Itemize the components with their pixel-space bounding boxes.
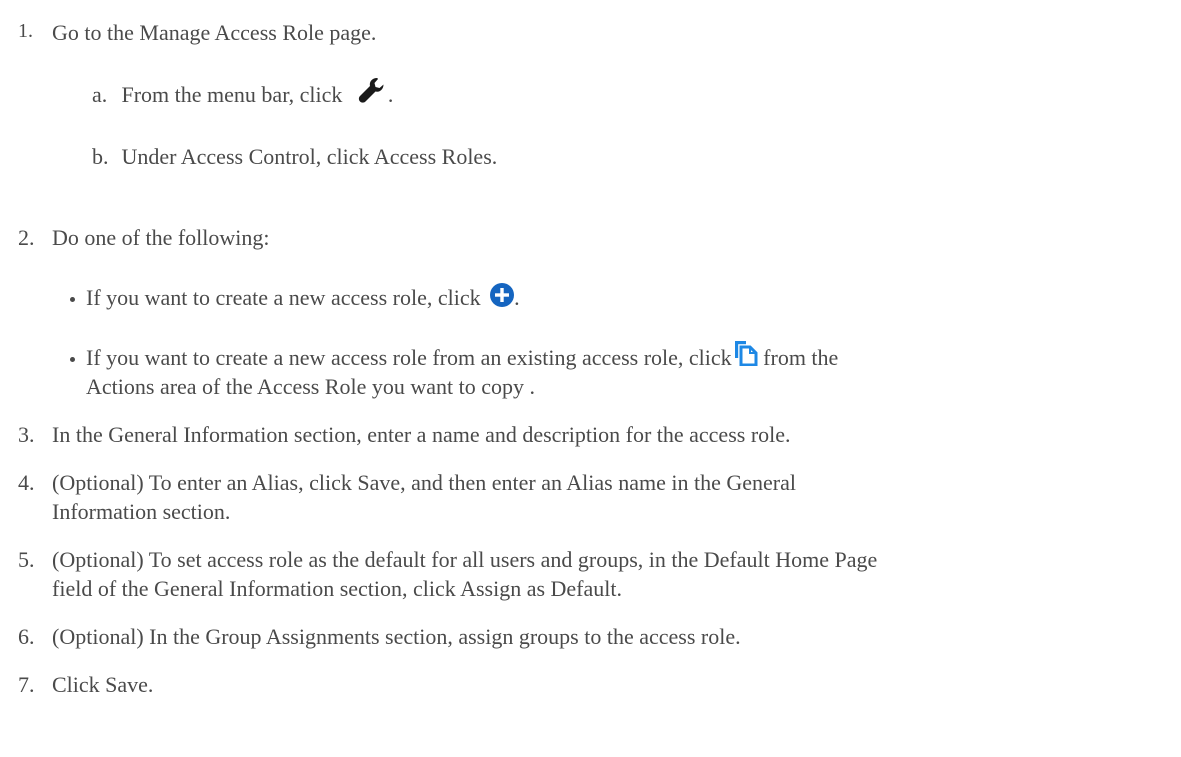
step-3-text: In the General Information section, ente… [52,422,791,447]
step-2-text: Do one of the following: [52,225,270,250]
substep-b-text: Under Access Control, click Access Roles… [121,144,498,169]
substep-a-period: . [387,82,394,107]
step-5-text-line2: field of the General Information section… [52,576,622,601]
step-5-number: 5. [18,547,35,572]
step-2-number: 2. [18,225,35,250]
substep-a: a. From the menu bar, click . [92,77,394,108]
step-6-text: (Optional) In the Group Assignments sect… [52,624,741,649]
bullet-2-text-after-icon: from the [763,345,839,370]
substep-b-letter: b. [92,144,109,169]
step-1-number: 1. [18,20,33,42]
plus-circle-icon [490,282,515,307]
bullet-2-text-line2: Actions area of the Access Role you want… [86,374,536,399]
copy-icon [734,340,758,367]
step-6-number: 6. [18,624,35,649]
step-7-text: Click Save. [52,672,154,697]
bullet-1-period: . [514,285,520,310]
substep-a-letter: a. [92,82,108,107]
step-7-number: 7. [18,672,35,697]
step-3-number: 3. [18,422,35,447]
wrench-icon [356,75,388,107]
step-5-text-line1: (Optional) To set access role as the def… [52,547,878,572]
step-1-text: Go to the Manage Access Role page. [52,20,377,45]
bullet-dot [70,297,75,302]
bullet-1-text: If you want to create a new access role,… [86,285,481,310]
step-4-number: 4. [18,470,35,495]
bullet-dot [70,357,75,362]
bullet-2-text-line1: If you want to create a new access role … [86,345,732,370]
substep-a-text: From the menu bar, click [121,82,343,107]
step-4-text-line1: (Optional) To enter an Alias, click Save… [52,470,796,495]
step-4-text-line2: Information section. [52,499,231,524]
substep-b: b. Under Access Control, click Access Ro… [92,144,497,170]
